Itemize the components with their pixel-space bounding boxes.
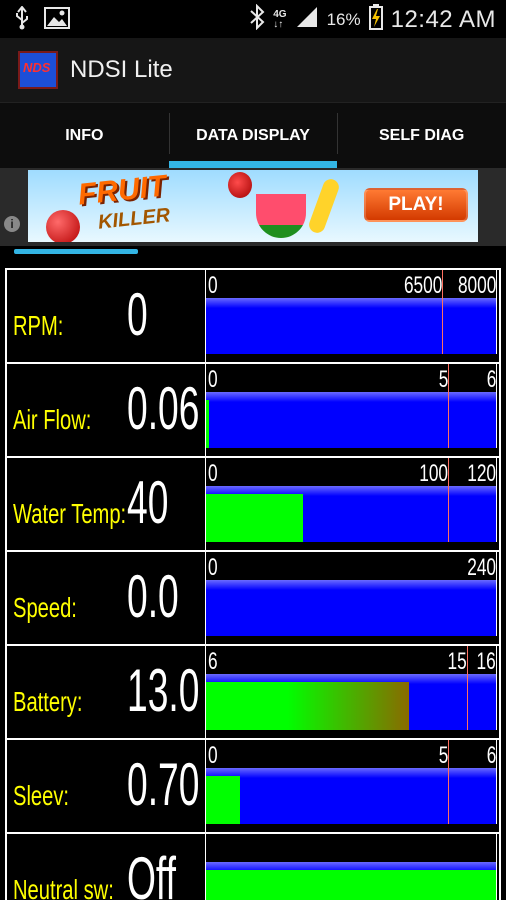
tab-self-diag[interactable]: SELF DIAG: [337, 103, 506, 168]
scale-label: 5: [438, 742, 448, 769]
loading-progress-bar: [14, 249, 138, 254]
banana-graphic: [306, 176, 342, 236]
status-bar: 4G ↓↑ 16% 12:42 AM: [0, 0, 506, 38]
gauge-row: RPM: 0 0 6500 8000: [7, 270, 499, 362]
gauge-value: 0.0: [127, 563, 179, 630]
scale-label: 6500: [403, 272, 442, 299]
gauge-label: Sleev:: [13, 780, 70, 811]
battery-percent: 16%: [326, 9, 361, 29]
bluetooth-icon: [249, 3, 265, 35]
scale-label: 15: [447, 648, 467, 675]
gauge-fill: [206, 869, 496, 900]
gauge-track: [206, 768, 496, 824]
gauge-value: Off: [127, 845, 176, 900]
gauge-fill: [206, 493, 303, 542]
gauge-row: Speed: 0.0 0 240: [7, 552, 499, 644]
gauge-bar: 0 5 6: [205, 740, 499, 832]
scale-label: 0: [208, 554, 218, 581]
signal-icon: [295, 6, 319, 33]
gauge-label: Air Flow:: [13, 404, 92, 435]
gauge-row: Air Flow: 0.06 0 5 6: [7, 364, 499, 456]
scale-label: 5: [438, 366, 448, 393]
usb-icon: [14, 5, 30, 35]
gauge-value: 13.0: [127, 657, 200, 724]
scale-label: 0: [208, 272, 218, 299]
app-title: NDSI Lite: [70, 56, 173, 83]
gauge-label: Water Temp:: [13, 498, 127, 529]
gauge-track: [206, 674, 496, 730]
gauge-row: Battery: 13.0 6 15 16: [7, 646, 499, 738]
gauge-label: RPM:: [13, 310, 64, 341]
gauge-track: [206, 862, 496, 900]
tab-bar: INFO DATA DISPLAY SELF DIAG: [0, 102, 506, 168]
scale-label: 100: [419, 460, 448, 487]
scale-label: 8000: [457, 272, 496, 299]
action-bar: NDS NDSI Lite: [0, 38, 506, 102]
gauge-value: 0: [127, 281, 148, 348]
gauge-fill: [206, 399, 209, 448]
scale-label: 0: [208, 366, 218, 393]
gauge-bar: 0 5 6: [205, 364, 499, 456]
gauge-fill: [206, 681, 409, 730]
gauge-bar: 0 100 120: [205, 458, 499, 550]
image-icon: [44, 7, 70, 34]
gauge-row: Neutral sw: Off: [7, 834, 499, 900]
gauge-track: [206, 580, 496, 636]
gauge-value: 0.70: [127, 751, 200, 818]
ad-play-button[interactable]: PLAY!: [364, 188, 468, 222]
scale-label: 6: [486, 366, 496, 393]
gauge-row: Water Temp: 40 0 100 120: [7, 458, 499, 550]
gauge-bar: 0 240: [205, 552, 499, 644]
scale-label: 0: [208, 742, 218, 769]
gauge-label: Neutral sw:: [13, 874, 114, 900]
watermelon-graphic: [256, 194, 306, 238]
ad-strip: i FRUIT KILLER PLAY!: [0, 168, 506, 246]
scale-label: 240: [467, 554, 496, 581]
max-marker: [496, 646, 497, 730]
ad-banner[interactable]: FRUIT KILLER PLAY!: [28, 170, 478, 242]
gauge-bar: 6 15 16: [205, 646, 499, 738]
strawberry-graphic: [228, 172, 252, 198]
scale-label: 120: [467, 460, 496, 487]
gauge-track: [206, 298, 496, 354]
max-marker: [496, 458, 497, 542]
app-logo-text: NDS: [23, 60, 51, 75]
clock: 12:42 AM: [390, 5, 496, 33]
scale-label: 16: [476, 648, 496, 675]
tab-data-display[interactable]: DATA DISPLAY: [168, 103, 338, 168]
redline-marker: [467, 646, 468, 730]
max-marker: [496, 834, 497, 900]
gauge-bar: [205, 834, 499, 900]
max-marker: [496, 552, 497, 636]
gauge-label: Speed:: [13, 592, 77, 623]
tab-info[interactable]: INFO: [0, 103, 169, 168]
gauge-track: [206, 392, 496, 448]
gauge-panel: RPM: 0 0 6500 8000 Air Flow: 0.06 0 5 6 Water Temp…: [5, 268, 501, 900]
redline-marker: [448, 458, 449, 542]
scale-label: 0: [208, 460, 218, 487]
apple-graphic: [46, 210, 80, 242]
scale-label: 6: [486, 742, 496, 769]
network-type-label: 4G: [273, 8, 287, 20]
app-logo[interactable]: NDS: [18, 51, 58, 89]
4g-network-icon: 4G ↓↑: [273, 8, 287, 30]
gauge-value: 0.06: [127, 375, 200, 442]
gauge-track: [206, 486, 496, 542]
gauge-row: Sleev: 0.70 0 5 6: [7, 740, 499, 832]
ad-info-icon[interactable]: i: [4, 216, 20, 232]
gauge-label: Battery:: [13, 686, 83, 717]
gauge-fill: [206, 775, 240, 824]
loading-strip: [0, 246, 506, 264]
scale-label: 6: [208, 648, 218, 675]
battery-charging-icon: [368, 4, 383, 35]
gauge-value: 40: [127, 469, 169, 536]
gauge-bar: 0 6500 8000: [205, 270, 499, 362]
